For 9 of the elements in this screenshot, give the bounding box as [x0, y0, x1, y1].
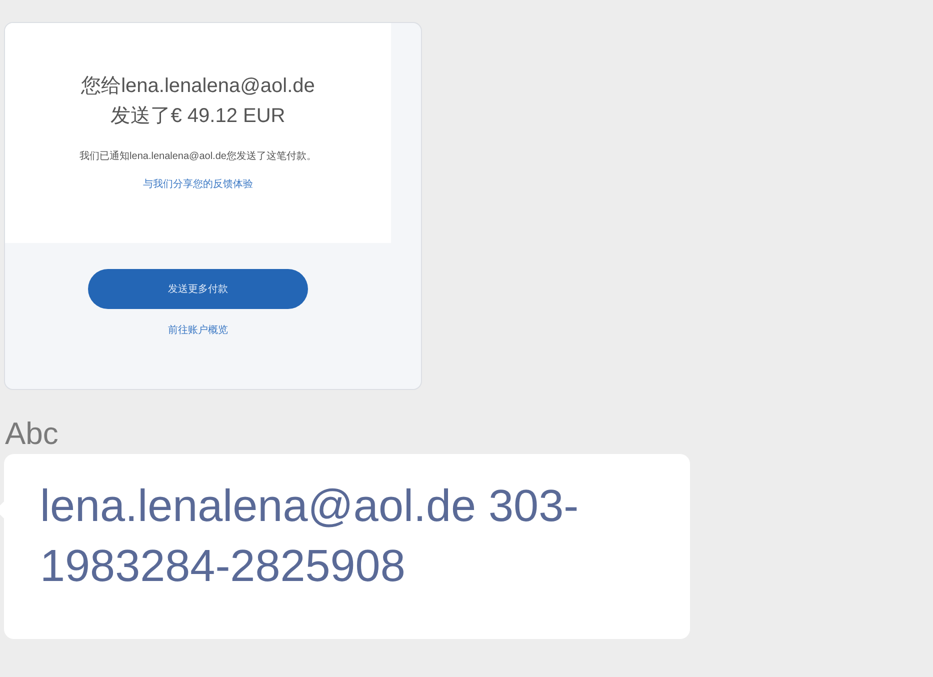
- sender-name: Abc: [5, 416, 58, 452]
- send-more-button[interactable]: 发送更多付款: [88, 269, 308, 309]
- screenshot-image[interactable]: 您给lena.lenalena@aol.de 发送了€ 49.12 EUR 我们已通知lena.lenalena@aol.de您发送了这笔付款。 与我们分享您的反馈体验 发送更多付款 前往账户概览: [4, 22, 422, 390]
- payment-heading: 您给lena.lenalena@aol.de: [81, 74, 315, 99]
- message-text: lena.lenalena@aol.de 303-1983284-2825908: [40, 479, 580, 593]
- account-overview-link[interactable]: 前往账户概览: [168, 323, 228, 337]
- payment-heading: 发送了€ 49.12 EUR: [110, 104, 286, 129]
- feedback-link[interactable]: 与我们分享您的反馈体验: [143, 177, 253, 191]
- payment-note: 我们已通知lena.lenalena@aol.de您发送了这笔付款。: [80, 150, 316, 163]
